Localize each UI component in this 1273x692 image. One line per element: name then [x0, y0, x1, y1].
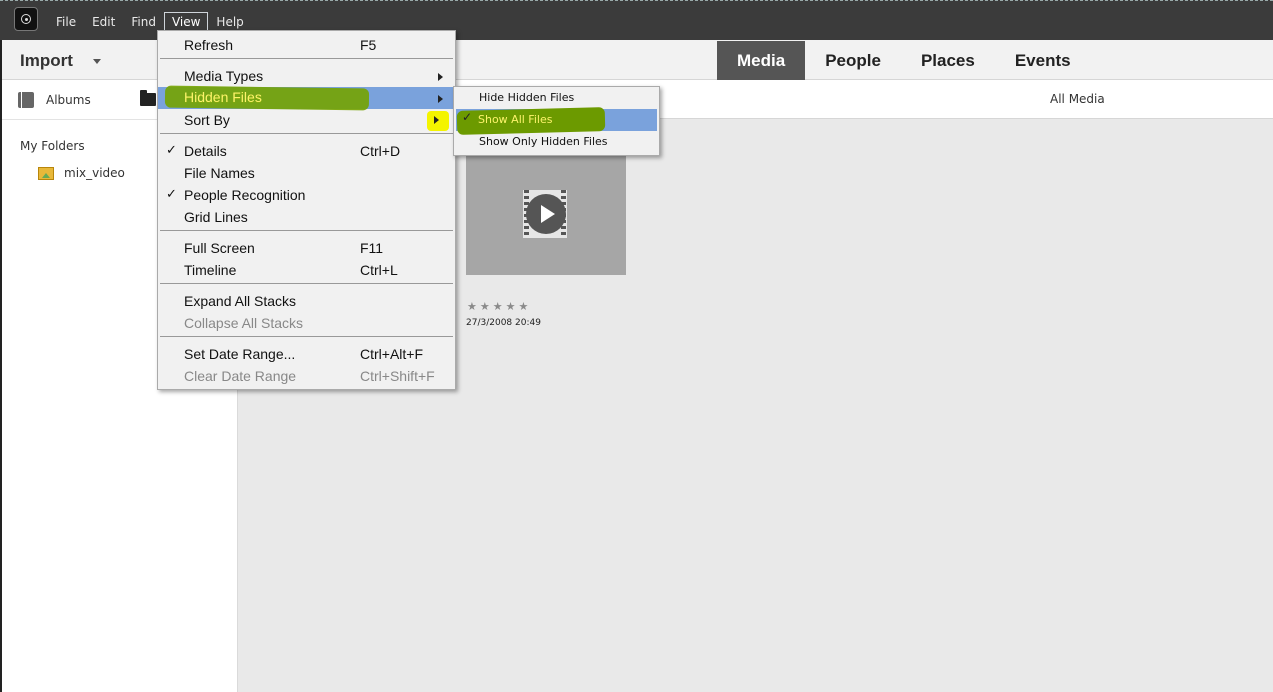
tab-media[interactable]: Media — [717, 41, 806, 80]
filter-dropdown[interactable]: All Media — [1050, 92, 1105, 106]
submenu-arrow-icon — [438, 73, 443, 81]
menu-item-label: Sort By — [184, 112, 230, 128]
tab-people[interactable]: People — [805, 41, 901, 80]
menu-item-shortcut: Ctrl+L — [360, 262, 398, 278]
menu-find[interactable]: Find — [123, 12, 164, 32]
menu-item-label: File Names — [184, 165, 255, 181]
menu-separator — [160, 133, 453, 134]
folder-icon[interactable] — [140, 90, 156, 106]
media-date: 27/3/2008 20:49 — [466, 318, 541, 328]
view-tabs: Media People Places Events — [717, 41, 1091, 80]
menu-item-label: Show Only Hidden Files — [479, 135, 608, 148]
chevron-down-icon[interactable] — [93, 59, 101, 64]
menu-item-shortcut: F11 — [360, 240, 384, 256]
submenu-arrow-icon — [434, 116, 439, 124]
menu-item-full-screen[interactable]: Full Screen F11 — [158, 237, 455, 259]
check-icon: ✓ — [166, 186, 177, 201]
folder-item[interactable]: mix_video — [38, 166, 125, 180]
folder-name: mix_video — [64, 166, 125, 180]
menu-separator — [160, 283, 453, 284]
submenu-item-show-only-hidden-files[interactable]: Show Only Hidden Files — [456, 131, 657, 153]
menu-item-label: Full Screen — [184, 240, 255, 256]
app-logo-icon[interactable] — [14, 7, 38, 31]
media-thumbnail[interactable] — [466, 154, 626, 275]
menu-item-expand-all-stacks[interactable]: Expand All Stacks — [158, 290, 455, 312]
menu-item-label: Clear Date Range — [184, 368, 297, 384]
menu-item-refresh[interactable]: Refresh F5 — [158, 34, 455, 56]
menu-item-label: People Recognition — [184, 187, 306, 203]
menu-item-label: Media Types — [184, 68, 264, 84]
menu-item-shortcut: F5 — [360, 37, 377, 53]
import-button[interactable]: Import — [20, 51, 73, 71]
image-folder-icon — [38, 166, 54, 180]
submenu-item-hide-hidden-files[interactable]: Hide Hidden Files — [456, 87, 657, 109]
menu-item-label: Set Date Range... — [184, 346, 296, 362]
menu-item-shortcut: Ctrl+Shift+F — [360, 368, 435, 384]
menu-item-shortcut: Ctrl+Alt+F — [360, 346, 424, 362]
albums-tab[interactable]: Albums — [18, 92, 91, 108]
menu-view[interactable]: View — [163, 12, 209, 32]
menu-item-file-names[interactable]: File Names — [158, 162, 455, 184]
menu-item-label: Expand All Stacks — [184, 293, 297, 309]
menu-separator — [160, 230, 453, 231]
menu-help[interactable]: Help — [208, 12, 251, 32]
window-edge — [0, 40, 2, 692]
menu-item-label: Details — [184, 143, 227, 159]
hidden-files-label-overlay[interactable]: Hidden Files — [184, 89, 262, 105]
menu-separator — [160, 336, 453, 337]
play-triangle-icon — [541, 205, 555, 223]
check-icon: ✓ — [462, 110, 473, 124]
menu-item-label: Collapse All Stacks — [184, 315, 304, 331]
menu-item-details[interactable]: ✓ Details Ctrl+D — [158, 140, 455, 162]
tab-places[interactable]: Places — [901, 41, 995, 80]
show-all-files-label-overlay[interactable]: Show All Files — [478, 113, 552, 126]
menu-item-label: Hide Hidden Files — [479, 91, 575, 104]
album-book-icon — [18, 92, 34, 108]
submenu-arrow-icon — [438, 95, 443, 103]
menu-item-collapse-all-stacks: Collapse All Stacks — [158, 312, 455, 334]
my-folders-heading: My Folders — [20, 139, 85, 153]
view-menu: Refresh F5 Media Types Hidden Files Sort… — [157, 30, 456, 390]
menu-file[interactable]: File — [48, 12, 84, 32]
menu-item-people-recognition[interactable]: ✓ People Recognition — [158, 184, 455, 206]
menu-item-label: Grid Lines — [184, 209, 248, 225]
menu-item-clear-date-range: Clear Date Range Ctrl+Shift+F — [158, 365, 455, 387]
menu-separator — [160, 58, 453, 59]
menu-edit[interactable]: Edit — [84, 12, 123, 32]
check-icon: ✓ — [166, 142, 177, 157]
menu-item-sort-by[interactable]: Sort By — [158, 109, 455, 131]
menu-item-media-types[interactable]: Media Types — [158, 65, 455, 87]
menu-item-grid-lines[interactable]: Grid Lines — [158, 206, 455, 228]
menu-item-shortcut: Ctrl+D — [360, 143, 401, 159]
tab-events[interactable]: Events — [995, 41, 1091, 80]
menu-item-label: Timeline — [184, 262, 237, 278]
albums-label: Albums — [46, 93, 91, 107]
rating-stars[interactable]: ★★★★★ — [467, 300, 531, 313]
menu-bar: File Edit Find View Help — [48, 12, 252, 32]
menu-item-label: Refresh — [184, 37, 234, 53]
menu-item-set-date-range[interactable]: Set Date Range... Ctrl+Alt+F — [158, 343, 455, 365]
menu-item-timeline[interactable]: Timeline Ctrl+L — [158, 259, 455, 281]
